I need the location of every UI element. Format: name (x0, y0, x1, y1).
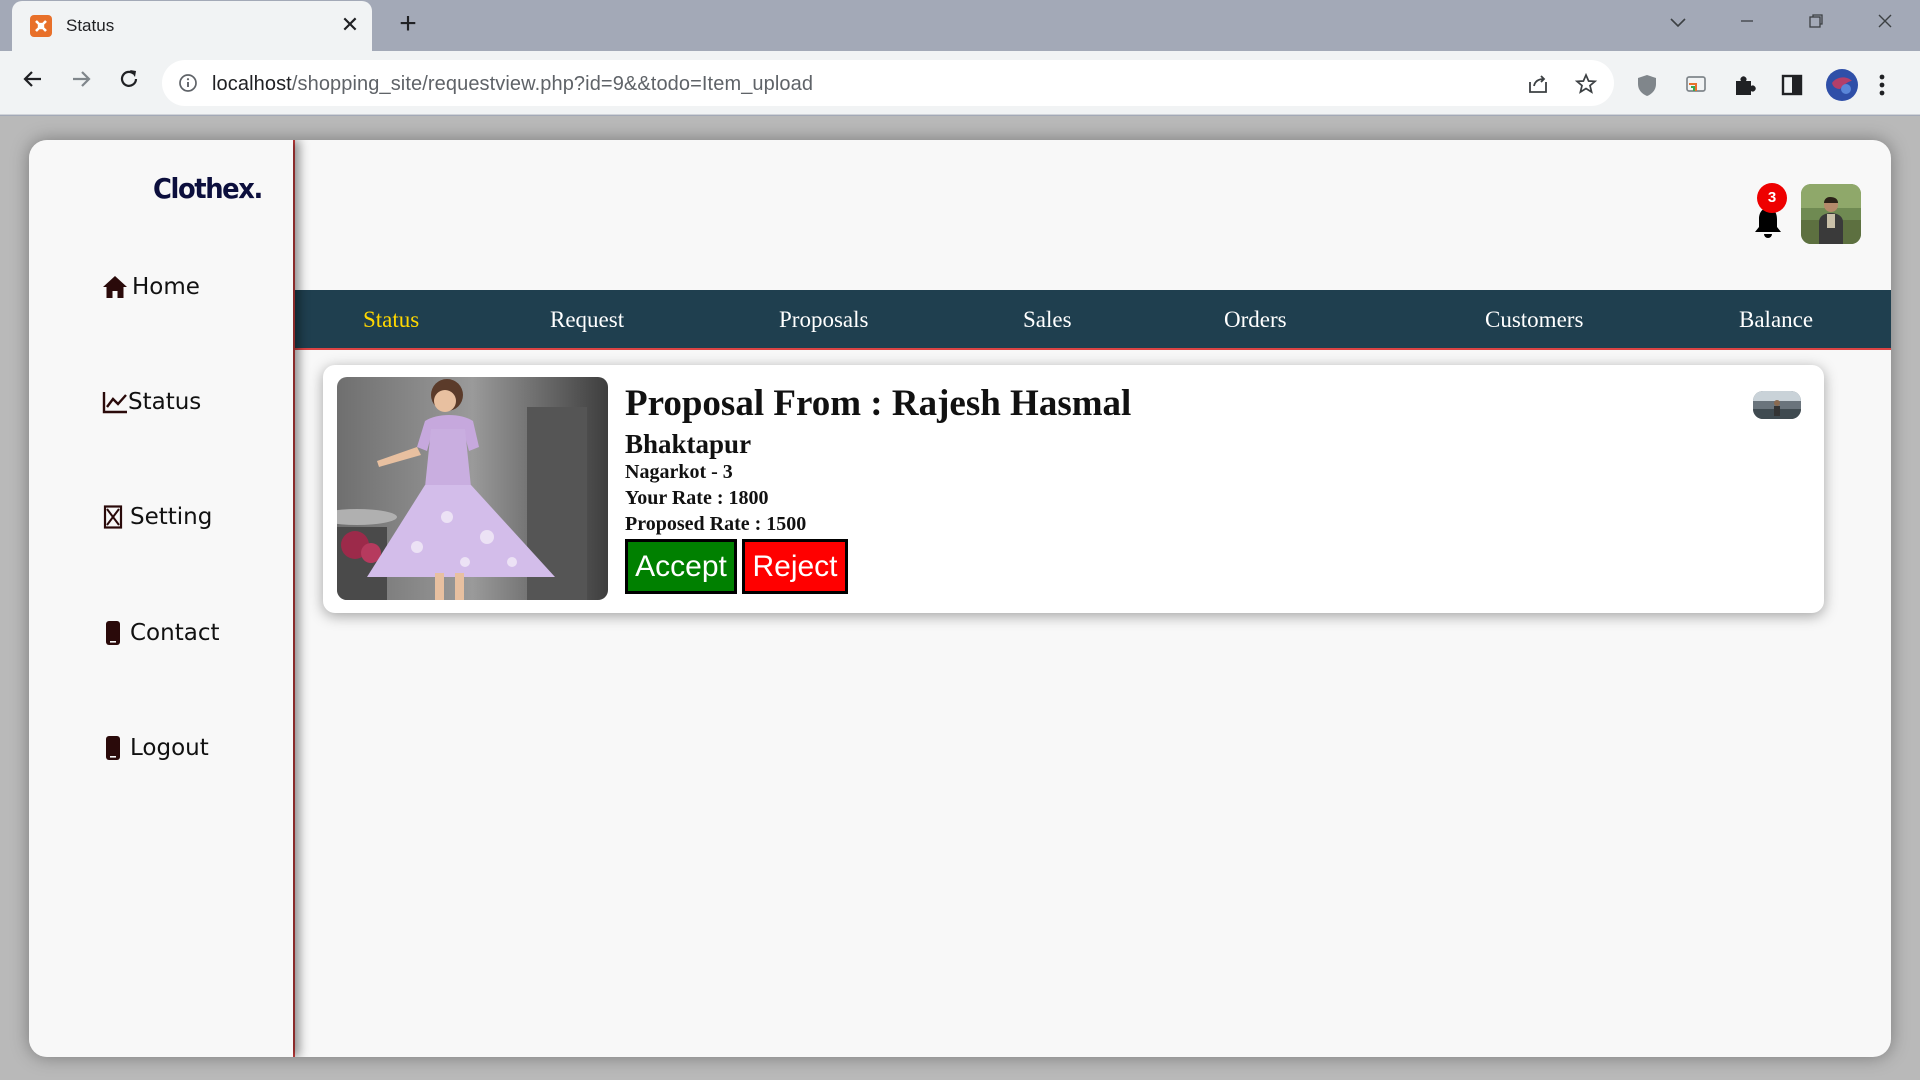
proposal-title: Proposal From : Rajesh Hasmal (625, 383, 1132, 424)
extensions-puzzle-icon[interactable] (1731, 72, 1757, 98)
accept-button[interactable]: Accept (625, 539, 737, 594)
your-rate: Your Rate : 1800 (625, 487, 769, 509)
back-icon[interactable] (16, 67, 50, 101)
nav-orders[interactable]: Orders (1224, 307, 1287, 333)
main-content: 3 Status Request Proposals Sales Orders (293, 140, 1891, 1057)
tab-close-icon[interactable]: ✕ (336, 11, 364, 39)
user-avatar[interactable] (1801, 184, 1861, 244)
bookmark-star-icon[interactable] (1574, 72, 1598, 96)
sidebar-item-label: Home (132, 274, 200, 300)
proposed-rate: Proposed Rate : 1500 (625, 513, 807, 535)
proposal-address: Nagarkot - 3 (625, 461, 733, 483)
sidebar-item-label: Contact (130, 620, 220, 646)
sidebar-item-label: Status (128, 389, 202, 415)
home-icon (102, 274, 128, 300)
restore-icon[interactable] (1798, 8, 1834, 38)
browser-tabstrip: Status ✕ + (0, 0, 1920, 51)
sidebar-item-label: Logout (130, 735, 209, 761)
close-window-icon[interactable] (1867, 8, 1903, 38)
sidebar-item-home[interactable]: Home (102, 270, 200, 304)
nav-sales[interactable]: Sales (1023, 307, 1072, 333)
site-logo[interactable]: Clothex. (153, 172, 263, 205)
reject-button[interactable]: Reject (742, 539, 848, 594)
sidebar-item-contact[interactable]: Contact (102, 616, 219, 650)
notification-badge: 3 (1757, 183, 1787, 213)
nav-balance[interactable]: Balance (1739, 307, 1813, 333)
profile-avatar-icon[interactable] (1826, 69, 1858, 101)
sidebar-item-logout[interactable]: Logout (102, 731, 209, 765)
forward-icon[interactable] (64, 67, 98, 101)
side-panel-icon[interactable] (1779, 72, 1805, 98)
url-host: localhost (212, 73, 292, 95)
url-path: /shopping_site/requestview.php?id=9&&tod… (291, 73, 814, 95)
browser-tab[interactable]: Status ✕ (12, 1, 372, 51)
browser-toolbar: localhost/shopping_site/requestview.php?… (0, 51, 1920, 115)
page-viewport: Clothex. Home Status Setting Contact Log… (0, 116, 1920, 1080)
url-text: localhost/shopping_site/requestview.php?… (212, 73, 813, 96)
new-tab-button[interactable]: + (392, 9, 424, 41)
proposal-card: Proposal From : Rajesh Hasmal Bhaktapur … (323, 365, 1824, 613)
phone-icon (102, 735, 124, 761)
top-navigation: Status Request Proposals Sales Orders Cu… (293, 290, 1891, 350)
xampp-favicon-icon (30, 15, 52, 37)
sidebar: Clothex. Home Status Setting Contact Log… (29, 140, 293, 1057)
cast-extension-icon[interactable] (1683, 72, 1709, 98)
sidebar-item-label: Setting (130, 504, 213, 530)
reload-icon[interactable] (112, 67, 146, 101)
setting-icon (102, 504, 124, 530)
sidebar-item-status[interactable]: Status (102, 385, 201, 419)
proposal-city: Bhaktapur (625, 429, 752, 459)
tab-search-icon[interactable] (1660, 8, 1696, 38)
sender-thumbnail[interactable] (1753, 391, 1801, 419)
chart-line-icon (102, 389, 128, 415)
app-frame: Clothex. Home Status Setting Contact Log… (29, 140, 1891, 1057)
address-bar[interactable]: localhost/shopping_site/requestview.php?… (162, 60, 1614, 106)
share-icon[interactable] (1526, 72, 1550, 96)
divider (293, 140, 295, 1057)
site-info-icon[interactable] (178, 73, 198, 98)
nav-customers[interactable]: Customers (1485, 307, 1583, 333)
phone-icon (102, 620, 124, 646)
nav-status[interactable]: Status (363, 307, 419, 333)
tab-title: Status (66, 16, 115, 35)
shield-extension-icon[interactable] (1634, 72, 1660, 98)
product-image (337, 377, 608, 600)
nav-proposals[interactable]: Proposals (779, 307, 868, 333)
browser-menu-icon[interactable] (1874, 72, 1890, 98)
sidebar-item-setting[interactable]: Setting (102, 500, 212, 534)
minimize-icon[interactable] (1729, 8, 1765, 38)
nav-request[interactable]: Request (550, 307, 624, 333)
